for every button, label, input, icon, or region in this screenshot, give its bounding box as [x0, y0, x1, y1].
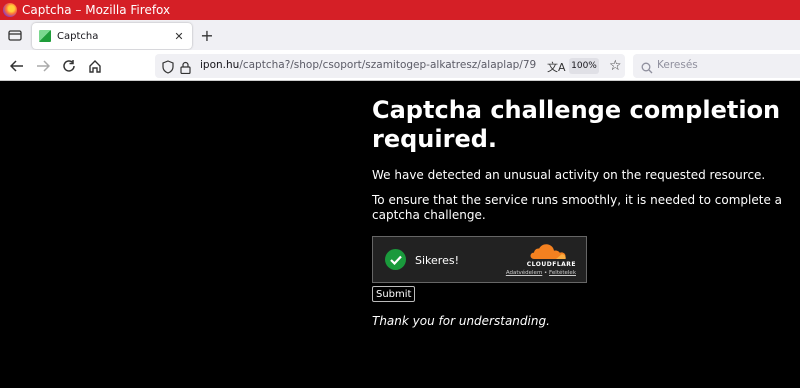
- navigation-toolbar: ipon.hu/captcha?/shop/csoport/szamitogep…: [0, 50, 800, 81]
- thanks-text: Thank you for understanding.: [372, 314, 550, 328]
- captcha-page-main: Captcha challenge completion required. W…: [372, 96, 792, 328]
- cloudflare-captcha-widget[interactable]: Sikeres! CLOUDFLARE Adatvédelem • Feltét…: [372, 236, 587, 283]
- back-icon[interactable]: [8, 57, 26, 75]
- cloudflare-wordmark: CLOUDFLARE: [526, 261, 576, 268]
- lock-icon[interactable]: [180, 59, 191, 78]
- captcha-explanation-text: To ensure that the service runs smoothly…: [372, 193, 782, 222]
- success-check-icon: [385, 249, 406, 270]
- tracking-shield-icon[interactable]: [162, 59, 174, 78]
- unusual-activity-text: We have detected an unusual activity on …: [372, 168, 766, 182]
- list-all-tabs-icon[interactable]: [0, 20, 30, 50]
- forward-icon[interactable]: [34, 57, 52, 75]
- zoom-indicator[interactable]: 100%: [569, 58, 599, 74]
- window-title: Captcha – Mozilla Firefox: [22, 3, 171, 17]
- link-separator: •: [544, 270, 548, 276]
- translate-icon[interactable]: 文A: [547, 59, 566, 75]
- search-bar[interactable]: Keresés: [633, 54, 800, 78]
- url-bar[interactable]: ipon.hu/captcha?/shop/csoport/szamitogep…: [155, 54, 625, 78]
- firefox-logo-icon: [3, 3, 17, 17]
- url-text[interactable]: ipon.hu/captcha?/shop/csoport/szamitogep…: [200, 59, 536, 71]
- page-content: Captcha challenge completion required. W…: [0, 82, 800, 388]
- cloudflare-cloud-icon: [530, 244, 566, 259]
- close-tab-icon[interactable]: ✕: [171, 28, 187, 44]
- captcha-status: Sikeres!: [415, 254, 459, 267]
- new-tab-icon[interactable]: +: [199, 26, 215, 45]
- privacy-link[interactable]: Adatvédelem: [506, 270, 542, 276]
- tab-strip: Captcha ✕ +: [0, 20, 800, 50]
- terms-link[interactable]: Feltételek: [549, 270, 576, 276]
- site-favicon-icon: [39, 30, 51, 42]
- page-heading: Captcha challenge completion required.: [372, 96, 781, 153]
- home-icon[interactable]: [86, 57, 104, 75]
- search-icon: [641, 59, 653, 78]
- window-titlebar: Captcha – Mozilla Firefox: [0, 0, 800, 20]
- url-domain: ipon.hu: [200, 59, 240, 71]
- tab-title: Captcha: [57, 30, 99, 42]
- search-placeholder: Keresés: [657, 59, 698, 71]
- cloudflare-branding: CLOUDFLARE Adatvédelem • Feltételek: [506, 244, 576, 277]
- tab-captcha[interactable]: Captcha ✕: [32, 23, 192, 49]
- cloudflare-links: Adatvédelem • Feltételek: [506, 270, 576, 276]
- reload-icon[interactable]: [60, 57, 78, 75]
- submit-button[interactable]: Submit: [372, 286, 416, 302]
- bookmark-star-icon[interactable]: ☆: [609, 58, 622, 74]
- url-path: /captcha?/shop/csoport/szamitogep-alkatr…: [239, 59, 537, 71]
